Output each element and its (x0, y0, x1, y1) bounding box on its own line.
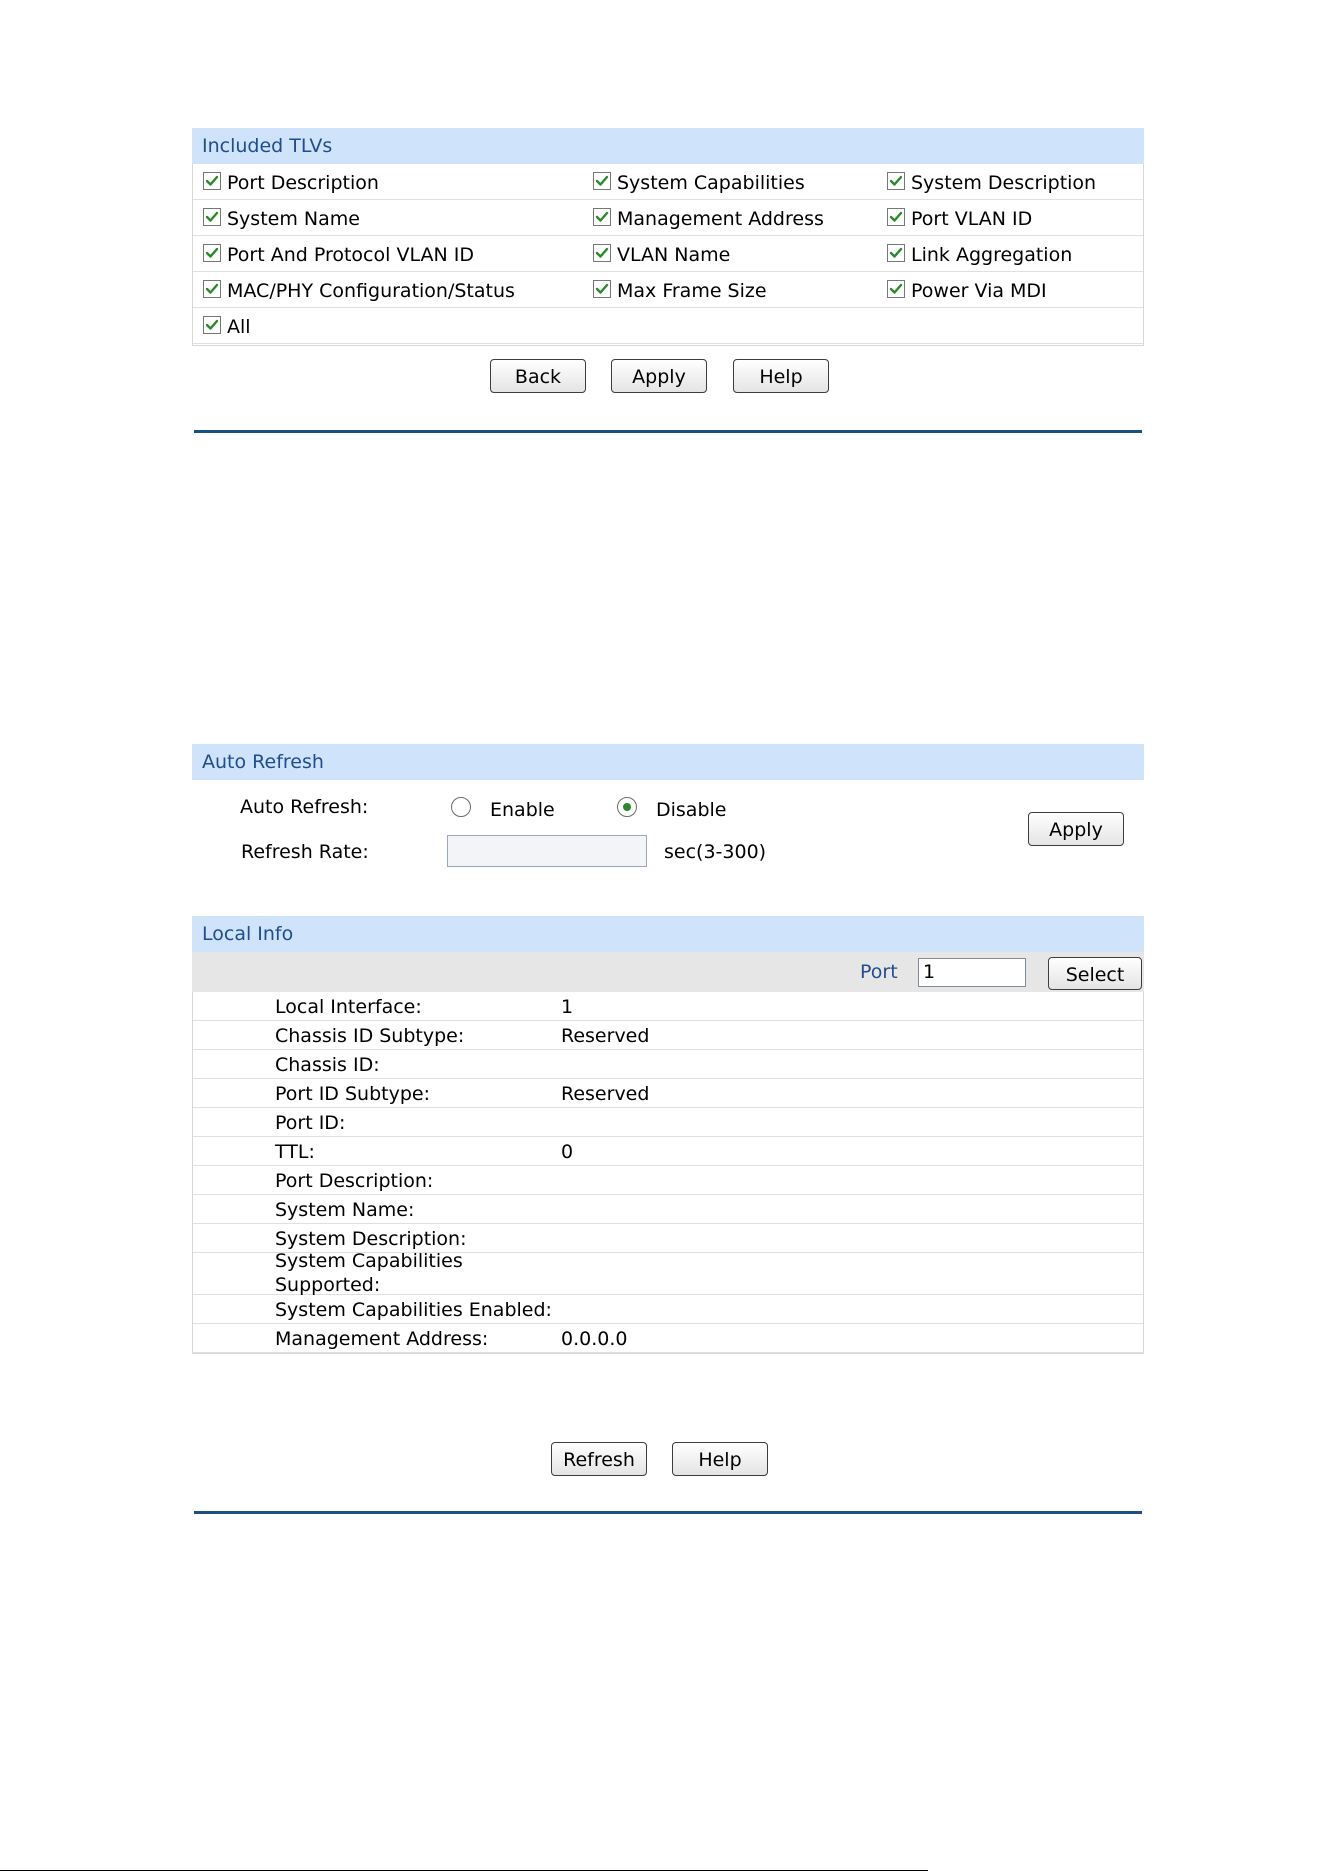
info-key: Local Interface: (275, 996, 422, 1018)
tlv-checkbox-label: MAC/PHY Configuration/Status (227, 280, 515, 302)
info-value: 0 (561, 1141, 574, 1163)
checkbox[interactable] (203, 280, 221, 298)
info-row: Chassis ID: (193, 1050, 1143, 1079)
info-key: System Capabilities Enabled: (275, 1299, 552, 1321)
checkbox[interactable] (887, 280, 905, 298)
tlv-checkbox-label: All (227, 316, 251, 338)
port-input[interactable]: 1 (918, 958, 1026, 987)
tlv-checkbox-label: System Capabilities (617, 172, 805, 194)
tlv-checkbox-label: Port And Protocol VLAN ID (227, 244, 474, 266)
checkmark-icon (205, 283, 219, 294)
info-value: Reserved (561, 1083, 650, 1105)
info-row: TTL: 0 (193, 1137, 1143, 1166)
tlv-row: MAC/PHY Configuration/Status Max Frame Si… (193, 272, 1143, 308)
tlv-row: All (193, 308, 1143, 344)
info-value: 1 (561, 996, 574, 1018)
info-row: System Capabilities Supported: (193, 1250, 1143, 1296)
disable-radio[interactable] (617, 797, 637, 817)
checkmark-icon (595, 175, 609, 186)
refresh-rate-label: Refresh Rate: (241, 841, 369, 863)
info-row: Port Description: (193, 1166, 1143, 1195)
checkbox[interactable] (593, 244, 611, 262)
tlv-checkbox-label: Port Description (227, 172, 379, 194)
info-value: Reserved (561, 1025, 650, 1047)
info-row: Chassis ID Subtype: Reserved (193, 1021, 1143, 1050)
checkmark-icon (889, 175, 903, 186)
info-row: Port ID: (193, 1108, 1143, 1137)
local-info-help-button[interactable]: Help (672, 1442, 768, 1476)
auto-refresh-label: Auto Refresh: (240, 796, 369, 818)
checkbox[interactable] (887, 172, 905, 190)
local-info-section-header: Local Info (192, 916, 1144, 952)
checkmark-icon (205, 175, 219, 186)
tlv-row: Port Description System Capabilities Syste… (193, 164, 1143, 200)
checkbox[interactable] (593, 280, 611, 298)
info-row: System Name: (193, 1195, 1143, 1224)
auto-refresh-section-header: Auto Refresh (192, 744, 1144, 780)
checkmark-icon (595, 211, 609, 222)
tlv-checkbox-label: VLAN Name (617, 244, 731, 266)
info-row: System Capabilities Enabled: (193, 1295, 1143, 1324)
tlv-row: Port And Protocol VLAN ID VLAN Name Link A… (193, 236, 1143, 272)
local-info-table: Local Interface: 1 Chassis ID Subtype: Rese… (192, 992, 1144, 1354)
checkmark-icon (205, 211, 219, 222)
tlv-section-header: Included TLVs (192, 128, 1144, 164)
info-key: Chassis ID: (275, 1054, 380, 1076)
checkmark-icon (889, 283, 903, 294)
section-divider (194, 430, 1142, 433)
back-button[interactable]: Back (490, 359, 586, 393)
checkbox[interactable] (203, 316, 221, 334)
port-select-bar: Port 1 Select (192, 952, 1144, 992)
info-row: Local Interface: 1 (193, 992, 1143, 1021)
checkbox[interactable] (203, 244, 221, 262)
tlv-help-button[interactable]: Help (733, 359, 829, 393)
tlv-list: Port Description System Capabilities Syste… (192, 164, 1144, 346)
enable-radio[interactable] (451, 797, 471, 817)
checkbox[interactable] (887, 244, 905, 262)
port-label: Port (860, 961, 898, 983)
info-key: System Description: (275, 1228, 467, 1250)
tlv-apply-button[interactable]: Apply (611, 359, 707, 393)
info-row: Management Address: 0.0.0.0 (193, 1324, 1143, 1353)
checkbox[interactable] (593, 172, 611, 190)
checkmark-icon (595, 247, 609, 258)
info-key: System Capabilities Supported: (275, 1250, 463, 1296)
refresh-rate-hint: sec(3-300) (664, 841, 767, 863)
refresh-rate-input[interactable] (447, 835, 647, 867)
tlv-checkbox-label: Management Address (617, 208, 824, 230)
tlv-checkbox-label: System Description (911, 172, 1097, 194)
checkmark-icon (205, 319, 219, 330)
tlv-checkbox-label: Port VLAN ID (911, 208, 1033, 230)
info-key: Management Address: (275, 1328, 489, 1350)
section-divider-bottom (194, 1511, 1142, 1514)
tlv-checkbox-label: Max Frame Size (617, 280, 767, 302)
info-key: Port ID: (275, 1112, 346, 1134)
page-footer-line (0, 1870, 928, 1871)
enable-label: Enable (490, 799, 555, 821)
info-key: System Name: (275, 1199, 415, 1221)
tlv-checkbox-label: Power Via MDI (911, 280, 1047, 302)
tlv-checkbox-label: System Name (227, 208, 360, 230)
checkmark-icon (595, 283, 609, 294)
checkbox[interactable] (203, 172, 221, 190)
checkbox[interactable] (203, 208, 221, 226)
info-key: TTL: (275, 1141, 315, 1163)
checkmark-icon (889, 211, 903, 222)
info-key: Port ID Subtype: (275, 1083, 430, 1105)
info-key: Chassis ID Subtype: (275, 1025, 465, 1047)
checkbox[interactable] (593, 208, 611, 226)
checkmark-icon (205, 247, 219, 258)
auto-refresh-apply-button[interactable]: Apply (1028, 812, 1124, 846)
select-button[interactable]: Select (1048, 957, 1142, 990)
tlv-row: System Name Management Address Port VLAN I… (193, 200, 1143, 236)
info-row: Port ID Subtype: Reserved (193, 1079, 1143, 1108)
tlv-checkbox-label: Link Aggregation (911, 244, 1073, 266)
checkbox[interactable] (887, 208, 905, 226)
disable-label: Disable (656, 799, 727, 821)
radio-selected-dot (623, 803, 631, 811)
info-value: 0.0.0.0 (561, 1328, 628, 1350)
info-key: Port Description: (275, 1170, 434, 1192)
checkmark-icon (889, 247, 903, 258)
refresh-button[interactable]: Refresh (551, 1442, 647, 1476)
